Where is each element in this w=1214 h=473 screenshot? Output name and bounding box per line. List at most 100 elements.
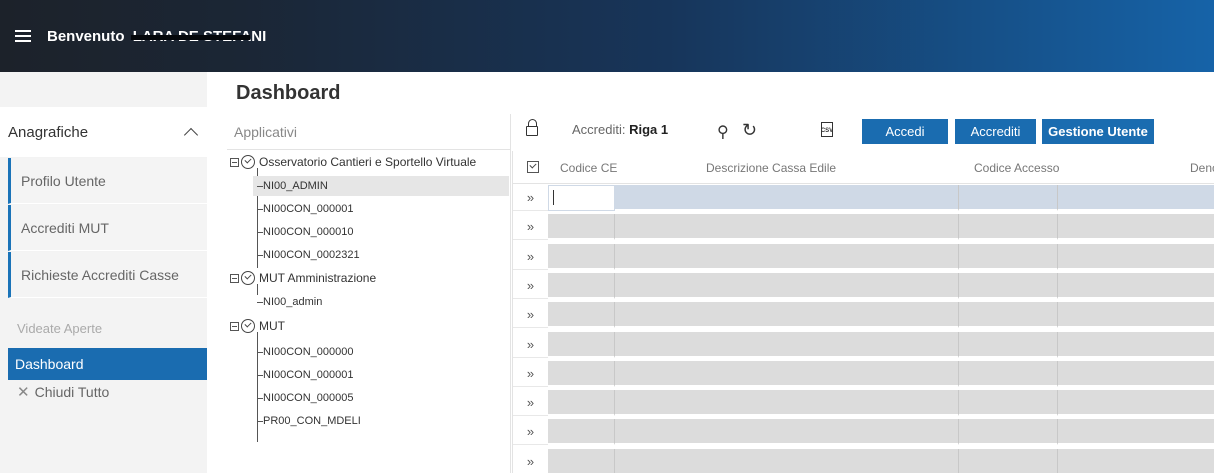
tree-item[interactable]: NI00CON_000005 <box>253 388 354 408</box>
table-row[interactable]: » <box>513 302 1214 329</box>
collapse-icon[interactable] <box>230 157 239 167</box>
sidebar-item-richieste-accrediti[interactable]: Richieste Accrediti Casse <box>8 252 207 298</box>
grid-cell[interactable] <box>615 302 959 329</box>
sidebar-item-accrediti-mut[interactable]: Accrediti MUT <box>8 205 207 251</box>
tree-item[interactable]: NI00CON_000010 <box>253 222 354 242</box>
column-header-descrizione[interactable]: Descrizione Cassa Edile <box>706 161 836 175</box>
tree-group-mut-amministrazione[interactable]: MUT Amministrazione <box>230 271 376 285</box>
grid-cell[interactable] <box>548 302 615 329</box>
table-row[interactable]: » <box>513 360 1214 387</box>
check-circle-icon <box>241 319 255 333</box>
grid-cell[interactable] <box>1058 419 1214 446</box>
grid-cell[interactable] <box>959 185 1058 211</box>
table-row[interactable]: » <box>513 419 1214 446</box>
tree-group-mut[interactable]: MUT <box>230 319 285 333</box>
tree-item[interactable]: NI00CON_000001 <box>253 365 354 385</box>
grid-header: Codice CE Descrizione Cassa Edile Codice… <box>513 151 1214 184</box>
table-row[interactable]: » <box>513 243 1214 270</box>
grid-cell[interactable] <box>959 302 1058 329</box>
grid-cell[interactable] <box>615 360 959 387</box>
table-row[interactable]: » <box>513 214 1214 241</box>
grid-cell[interactable] <box>615 243 959 270</box>
table-row[interactable]: » <box>513 185 1214 211</box>
hamburger-icon[interactable] <box>15 30 31 42</box>
welcome-text: Benvenuto LARA DE STEFANI <box>47 28 266 45</box>
accrediti-button[interactable]: Accrediti <box>955 119 1036 144</box>
grid-cell[interactable] <box>548 390 615 417</box>
tree-item[interactable]: NI00CON_000000 <box>253 342 354 362</box>
lock-icon[interactable] <box>526 119 538 136</box>
row-expand-icon[interactable]: » <box>513 243 548 270</box>
close-all-button[interactable]: ✕ Chiudi Tutto <box>17 383 109 401</box>
grid-cell[interactable] <box>959 419 1058 446</box>
tree-group-label: Osservatorio Cantieri e Sportello Virtua… <box>259 155 477 169</box>
tree-group-osservatorio[interactable]: Osservatorio Cantieri e Sportello Virtua… <box>230 155 476 169</box>
gestione-utente-button[interactable]: Gestione Utente <box>1042 119 1154 144</box>
sidebar-section-anagrafiche[interactable]: Anagrafiche <box>0 107 207 157</box>
tree-item[interactable]: NI00CON_000001 <box>253 199 354 219</box>
grid-cell[interactable] <box>548 331 615 358</box>
grid-cell[interactable] <box>959 448 1058 473</box>
grid-cell[interactable] <box>959 331 1058 358</box>
grid-cell[interactable] <box>959 214 1058 241</box>
tree-item[interactable]: NI00_ADMIN <box>253 176 509 196</box>
grid-cell[interactable] <box>1058 243 1214 270</box>
table-row[interactable]: » <box>513 331 1214 358</box>
grid-cell[interactable] <box>615 448 959 473</box>
collapse-icon[interactable] <box>230 321 239 331</box>
row-expand-icon[interactable]: » <box>513 390 548 417</box>
grid-cell[interactable] <box>548 419 615 446</box>
grid-cell[interactable] <box>1058 272 1214 299</box>
grid-cell[interactable] <box>548 185 615 211</box>
chevron-up-icon[interactable] <box>183 127 199 143</box>
grid-cell[interactable] <box>548 448 615 473</box>
grid-cell[interactable] <box>615 390 959 417</box>
grid-cell[interactable] <box>1058 390 1214 417</box>
grid-cell[interactable] <box>1058 214 1214 241</box>
collapse-icon[interactable] <box>230 273 239 283</box>
grid-cell[interactable] <box>615 272 959 299</box>
table-row[interactable]: » <box>513 390 1214 417</box>
grid-cell[interactable] <box>548 243 615 270</box>
tree-item[interactable]: NI00_admin <box>253 292 322 312</box>
table-row[interactable]: » <box>513 448 1214 473</box>
grid-cell[interactable] <box>959 272 1058 299</box>
grid-cell[interactable] <box>615 331 959 358</box>
grid-cell[interactable] <box>615 419 959 446</box>
grid-cell[interactable] <box>1058 331 1214 358</box>
grid-cell[interactable] <box>959 243 1058 270</box>
select-all-checkbox[interactable] <box>527 161 539 173</box>
tree-item[interactable]: NI00CON_0002321 <box>253 245 360 265</box>
row-expand-icon[interactable]: » <box>513 302 548 329</box>
grid-cell[interactable] <box>1058 302 1214 329</box>
row-expand-icon[interactable]: » <box>513 214 548 241</box>
grid-cell[interactable] <box>959 390 1058 417</box>
table-row[interactable]: » <box>513 272 1214 299</box>
refresh-icon[interactable]: ↻ <box>742 120 757 141</box>
grid-cell[interactable] <box>615 214 959 241</box>
grid-cell[interactable] <box>1058 360 1214 387</box>
row-expand-icon[interactable]: » <box>513 448 548 473</box>
sidebar-item-profilo-utente[interactable]: Profilo Utente <box>8 158 207 204</box>
grid-cell[interactable] <box>548 214 615 241</box>
grid-cell[interactable] <box>1058 448 1214 473</box>
row-expand-icon[interactable]: » <box>513 185 548 211</box>
grid-cell[interactable] <box>959 360 1058 387</box>
open-view-dashboard[interactable]: Dashboard <box>8 348 207 380</box>
search-icon[interactable]: ⚲ <box>717 122 729 142</box>
close-icon: ✕ <box>17 384 30 401</box>
grid-cell[interactable] <box>548 272 615 299</box>
grid-cell[interactable] <box>615 185 959 211</box>
accedi-button[interactable]: Accedi <box>862 119 948 144</box>
grid-cell[interactable] <box>1058 185 1214 211</box>
grid-cell[interactable] <box>548 360 615 387</box>
row-expand-icon[interactable]: » <box>513 360 548 387</box>
row-expand-icon[interactable]: » <box>513 419 548 446</box>
column-header-denc[interactable]: Denc <box>1190 161 1214 175</box>
column-header-codice-accesso[interactable]: Codice Accesso <box>974 161 1059 175</box>
row-expand-icon[interactable]: » <box>513 331 548 358</box>
row-expand-icon[interactable]: » <box>513 272 548 299</box>
csv-icon[interactable]: CSV <box>821 122 833 137</box>
tree-item[interactable]: PR00_CON_MDELI <box>253 411 361 431</box>
column-header-codice-ce[interactable]: Codice CE <box>560 161 617 175</box>
